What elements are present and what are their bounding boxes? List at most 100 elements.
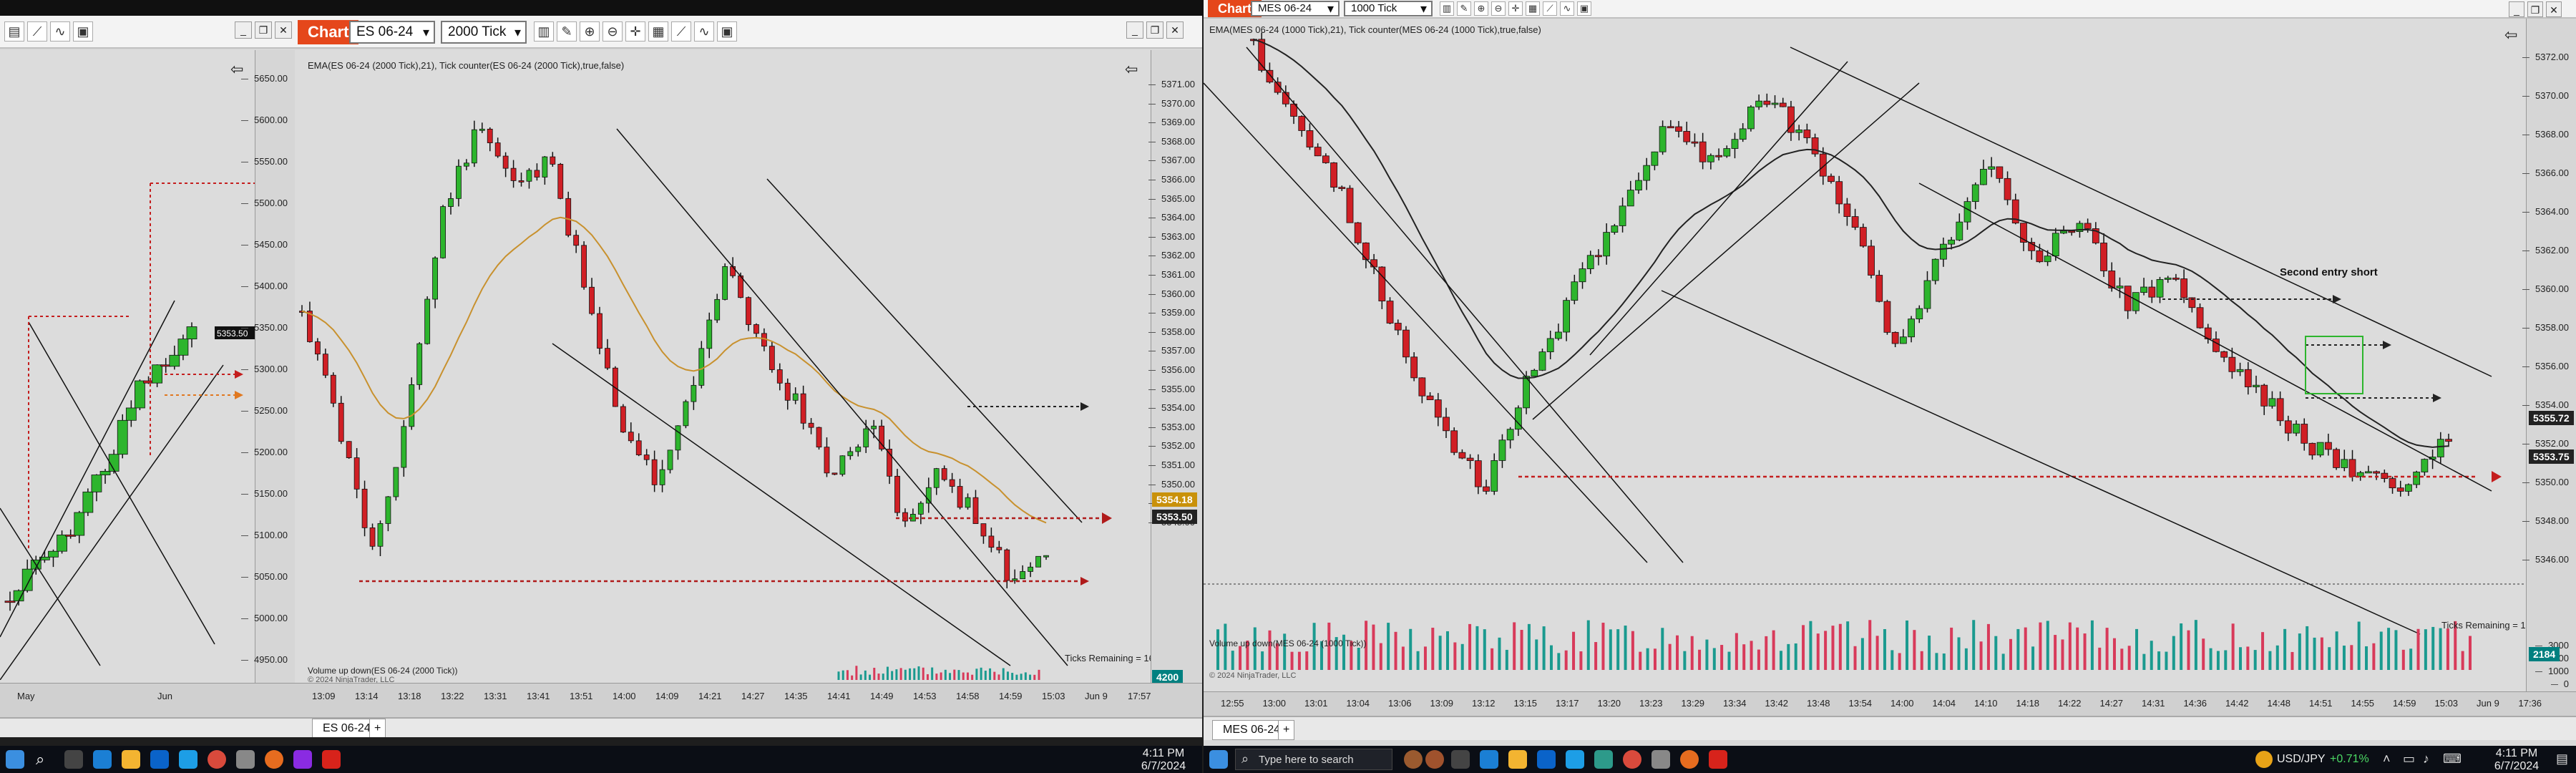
templates-icon[interactable]: ▣	[1577, 1, 1591, 16]
volume-bar	[2313, 637, 2316, 670]
time-label: 14:00	[1890, 698, 1914, 709]
annotation-second-entry-short[interactable]: Second entry short	[2280, 266, 2378, 278]
restore-icon[interactable]: ❐	[255, 21, 272, 39]
time-label: 13:18	[398, 691, 421, 701]
interval-select[interactable]: 1000 Tick	[1344, 1, 1433, 16]
news-icon[interactable]	[1404, 750, 1423, 769]
properties-icon[interactable]: ▦	[648, 21, 668, 42]
task-view-icon[interactable]	[1451, 750, 1470, 769]
restore-icon[interactable]: ❐	[2527, 1, 2543, 17]
ninjatrader-icon[interactable]	[1709, 750, 1727, 769]
indicators-icon[interactable]: ⟋	[671, 21, 691, 42]
candle-body	[1004, 549, 1010, 581]
telegram-icon[interactable]	[1566, 750, 1584, 769]
volume-bar	[2165, 651, 2168, 670]
es-chart-pane[interactable]: EMA(ES 06-24 (2000 Tick),21), Tick count…	[295, 50, 1202, 717]
add-tab-button[interactable]: +	[369, 719, 386, 737]
taskbar-search[interactable]: ⌕ Type here to search	[1235, 749, 1392, 770]
bars-icon[interactable]: ▥	[1440, 1, 1454, 16]
firefox-icon[interactable]	[265, 750, 283, 769]
daily-time-axis: May Jun	[0, 683, 295, 717]
firefox-icon[interactable]	[1680, 750, 1699, 769]
instrument-select[interactable]: MES 06-24	[1251, 1, 1340, 16]
chevron-up-icon[interactable]: ˄	[2383, 752, 2391, 767]
volume-bar	[2431, 626, 2435, 670]
task-view-icon[interactable]	[64, 750, 83, 769]
candle-body	[2212, 339, 2220, 352]
minimize-icon[interactable]: _	[1126, 21, 1143, 39]
minimize-icon[interactable]: _	[2509, 1, 2524, 17]
crosshair-icon[interactable]: ✛	[1508, 1, 1523, 16]
volume-icon[interactable]: ♪	[2423, 752, 2429, 767]
candle-body	[1586, 255, 1594, 269]
file-explorer-icon[interactable]	[122, 750, 140, 769]
minimize-icon[interactable]: _	[235, 21, 252, 39]
candle-body	[1811, 137, 1819, 155]
app-icon[interactable]	[1652, 750, 1670, 769]
store-icon[interactable]	[150, 750, 169, 769]
draw-tool-icon[interactable]: ∿	[50, 21, 70, 42]
candle-body	[1715, 155, 1722, 157]
candle-body	[448, 198, 454, 208]
templates-icon[interactable]: ▣	[717, 21, 737, 42]
app-icon[interactable]	[293, 750, 312, 769]
chart-tool-icon[interactable]: ▤	[4, 21, 24, 42]
notifications-icon[interactable]: ▤	[2556, 752, 2568, 767]
clock[interactable]: 4:11 PM 6/7/2024	[2484, 747, 2549, 773]
zoom-out-icon[interactable]: ⊖	[1491, 1, 1506, 16]
zoom-in-icon[interactable]: ⊕	[580, 21, 600, 42]
edge-icon[interactable]	[93, 750, 112, 769]
mes-chart-pane[interactable]: EMA(MES 06-24 (1000 Tick),21), Tick coun…	[1204, 19, 2576, 691]
volume-bar	[2290, 651, 2294, 670]
file-explorer-icon[interactable]	[1508, 750, 1527, 769]
candle-body	[1828, 175, 1835, 183]
chrome-icon[interactable]	[208, 750, 226, 769]
search-icon[interactable]: ⌕	[36, 750, 54, 769]
indicators-icon[interactable]: ⟋	[1543, 1, 1557, 16]
volume-bar	[966, 672, 969, 680]
volume-bar	[2009, 638, 2012, 670]
trend-tool-icon[interactable]: ⟋	[27, 21, 47, 42]
properties-icon[interactable]: ▦	[1526, 1, 1540, 16]
telegram-icon[interactable]	[179, 750, 197, 769]
bars-icon[interactable]: ▥	[534, 21, 554, 42]
instrument-select[interactable]: ES 06-24	[349, 21, 435, 44]
candle-body	[808, 422, 814, 428]
windows-start-icon[interactable]	[6, 750, 24, 769]
volume-bar	[1868, 620, 1872, 670]
news-icon[interactable]	[1425, 750, 1444, 769]
add-tab-button[interactable]: +	[1278, 720, 1295, 740]
strategies-icon[interactable]: ∿	[694, 21, 714, 42]
candle-body	[2060, 230, 2067, 234]
strategies-icon[interactable]: ∿	[1560, 1, 1574, 16]
close-icon[interactable]: ✕	[2546, 1, 2562, 17]
template-icon[interactable]: ▣	[73, 21, 93, 42]
store-icon[interactable]	[1537, 750, 1556, 769]
volume-bar	[1460, 643, 1464, 670]
candle-body	[1916, 308, 1923, 320]
chrome-icon[interactable]	[1623, 750, 1641, 769]
volume-bar	[2246, 646, 2250, 670]
pencil-icon[interactable]: ✎	[557, 21, 577, 42]
app-icon[interactable]	[236, 750, 255, 769]
pencil-icon[interactable]: ✎	[1457, 1, 1471, 16]
ticker-name[interactable]: USD/JPY	[2277, 753, 2326, 766]
edge-icon[interactable]	[1480, 750, 1498, 769]
restore-icon[interactable]: ❐	[1146, 21, 1163, 39]
candle-body	[1498, 439, 1506, 461]
close-icon[interactable]: ✕	[1166, 21, 1184, 39]
volume-tag: 4200	[1152, 670, 1184, 684]
clock[interactable]: 4:11 PM 6/7/2024	[1135, 747, 1192, 773]
zoom-in-icon[interactable]: ⊕	[1474, 1, 1488, 16]
language-icon[interactable]: ⌨	[2443, 752, 2462, 767]
crosshair-icon[interactable]: ✛	[625, 21, 645, 42]
app-icon[interactable]	[1594, 750, 1613, 769]
zoom-out-icon[interactable]: ⊖	[602, 21, 623, 42]
volume-bar	[2328, 647, 2331, 670]
ninjatrader-icon[interactable]	[322, 750, 341, 769]
interval-select[interactable]: 2000 Tick	[441, 21, 527, 44]
daily-chart-pane[interactable]: ⇦ 5353.50 5650.00 5600.00 5550.00 5500.00 54…	[0, 50, 295, 717]
windows-start-icon[interactable]	[1209, 750, 1228, 769]
network-icon[interactable]: ▭	[2403, 752, 2415, 767]
close-icon[interactable]: ✕	[275, 21, 292, 39]
